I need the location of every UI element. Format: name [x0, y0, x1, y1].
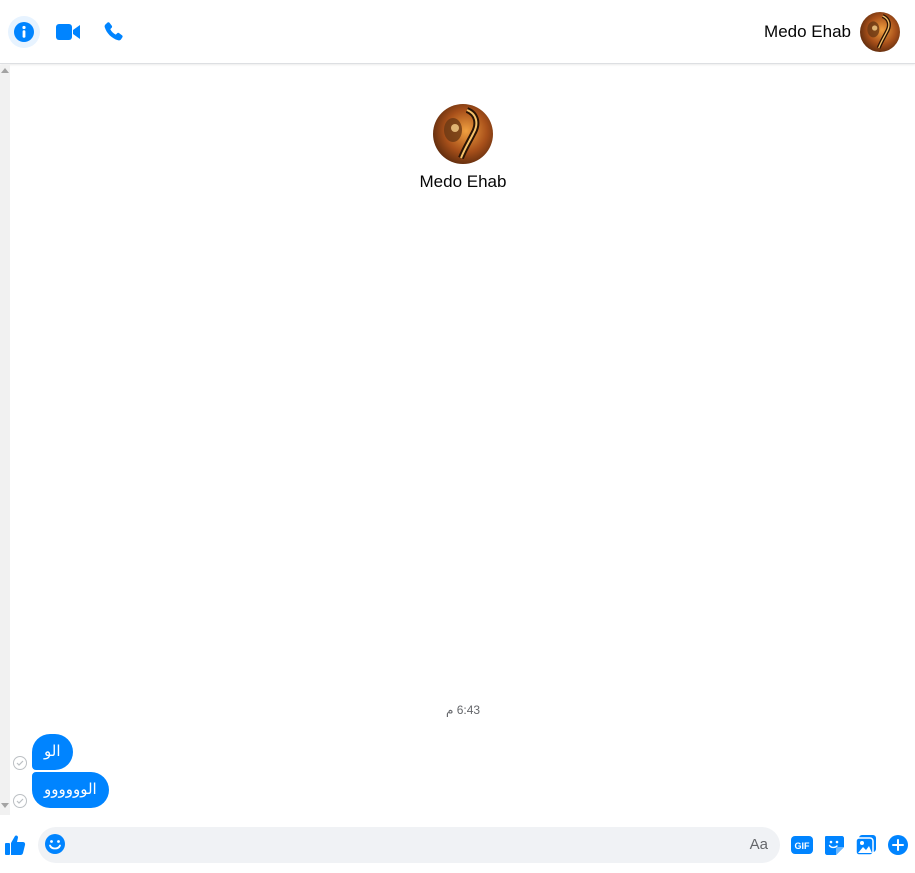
message-composer: Aa GIF: [0, 815, 915, 873]
conversation-header: Medo Ehab: [0, 0, 915, 64]
header-contact-name[interactable]: Medo Ehab: [764, 20, 851, 44]
info-icon: [14, 22, 34, 42]
gif-button[interactable]: GIF: [791, 834, 813, 856]
gif-label: GIF: [795, 841, 811, 851]
saxophone-photo: [860, 12, 900, 52]
add-icon: [888, 835, 908, 855]
profile-name: Medo Ehab: [419, 172, 507, 191]
message-input[interactable]: Aa: [38, 827, 780, 863]
phone-icon: [104, 22, 123, 41]
sent-check-icon: [13, 794, 27, 808]
info-button[interactable]: [8, 16, 40, 48]
message-bubble[interactable]: الو: [32, 734, 73, 770]
voice-call-button[interactable]: [97, 16, 129, 48]
scroll-down-arrow-icon[interactable]: [1, 803, 9, 808]
emoji-button[interactable]: [44, 833, 68, 857]
photo-button[interactable]: [855, 834, 877, 856]
gif-icon: GIF: [791, 836, 813, 854]
sent-check-icon: [13, 756, 27, 770]
video-camera-icon: [56, 24, 80, 40]
saxophone-photo: [433, 104, 493, 164]
like-thumb-icon: [5, 835, 26, 855]
sticker-icon: [825, 836, 844, 855]
profile-avatar[interactable]: [433, 104, 493, 164]
scroll-up-arrow-icon[interactable]: [1, 68, 9, 73]
input-placeholder: Aa: [749, 836, 768, 853]
add-button[interactable]: [887, 834, 909, 856]
avatar[interactable]: [860, 12, 900, 52]
message-bubble[interactable]: الوووووو: [32, 772, 109, 808]
message-timestamp: 6:43 م: [445, 703, 481, 717]
photo-icon: [855, 835, 876, 856]
sticker-button[interactable]: [823, 834, 845, 856]
emoji-icon: [45, 834, 65, 854]
like-button[interactable]: [2, 832, 28, 858]
video-call-button[interactable]: [52, 16, 84, 48]
